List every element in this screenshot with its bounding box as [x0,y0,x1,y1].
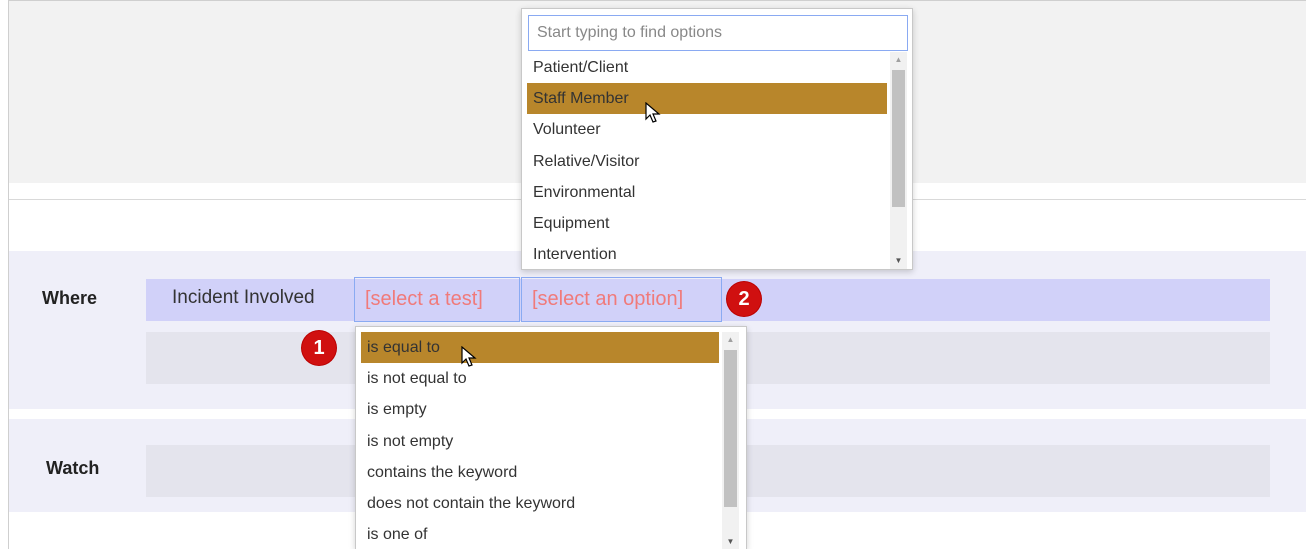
step-badge-1: 1 [302,331,336,365]
option-item[interactable]: Relative/Visitor [527,146,887,177]
test-item[interactable]: is one of [361,519,719,549]
test-item-highlighted[interactable]: is equal to [361,332,719,364]
option-item[interactable]: Volunteer [527,114,887,145]
test-list: is equal to is not equal to is empty is … [361,332,719,549]
condition-field-name: Incident Involved [172,287,315,308]
where-label: Where [42,288,98,308]
watch-label: Watch [46,458,100,478]
select-test-token[interactable]: [select a test] [354,277,520,322]
option-list: Patient/Client Staff Member Volunteer Re… [527,52,887,270]
option-list-scrollbar[interactable]: ▲ ▼ [890,52,907,269]
triangle-up-icon[interactable]: ▲ [890,52,907,68]
test-item[interactable]: contains the keyword [361,457,719,488]
test-item[interactable]: is empty [361,394,719,425]
test-dropdown: is equal to is not equal to is empty is … [355,326,747,549]
triangle-up-icon[interactable]: ▲ [722,332,739,348]
option-search-input[interactable] [528,15,908,51]
test-item[interactable]: is not equal to [361,363,719,394]
select-option-token[interactable]: [select an option] [521,277,722,322]
pointer-arrow-icon [461,346,477,367]
option-item[interactable]: Environmental [527,177,887,208]
option-dropdown: Patient/Client Staff Member Volunteer Re… [521,8,913,270]
pointer-arrow-icon [645,102,661,123]
scrollbar-thumb[interactable] [724,350,737,507]
step-badge-2: 2 [727,282,761,316]
option-item[interactable]: Equipment [527,208,887,239]
option-item[interactable]: Intervention [527,239,887,270]
option-item-highlighted[interactable]: Staff Member [527,83,887,115]
test-list-scrollbar[interactable]: ▲ ▼ [722,332,739,549]
test-item[interactable]: does not contain the keyword [361,488,719,519]
test-item[interactable]: is not empty [361,426,719,457]
scrollbar-thumb[interactable] [892,70,905,207]
triangle-down-icon[interactable]: ▼ [890,253,907,269]
triangle-down-icon[interactable]: ▼ [722,534,739,549]
option-item[interactable]: Patient/Client [527,52,887,83]
